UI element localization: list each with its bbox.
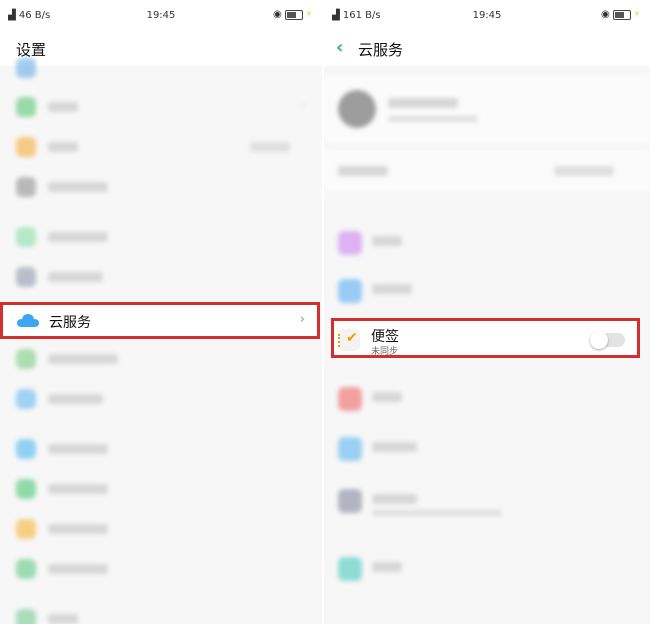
- item-icon: [16, 267, 36, 287]
- list-item[interactable]: [0, 428, 322, 468]
- list-item[interactable]: [0, 468, 322, 508]
- item-icon: [16, 97, 36, 117]
- item-icon: [16, 519, 36, 539]
- item-label: [372, 442, 417, 452]
- item-label: [48, 354, 118, 364]
- item-icon: [16, 137, 36, 157]
- list-item[interactable]: [0, 256, 322, 296]
- notes-sync-row[interactable]: ✔ 便签 未同步: [331, 318, 640, 358]
- item-icon: [16, 439, 36, 459]
- item-value: [250, 142, 290, 152]
- item-label: [48, 484, 108, 494]
- settings-list-blurred: ›: [0, 58, 322, 624]
- item-label: [48, 524, 108, 534]
- item-label: [48, 564, 108, 574]
- storage-label: [338, 166, 388, 176]
- status-bar: ▟ 46 B/s 19:45 ◉ ⚡: [0, 0, 322, 34]
- notes-label: 便签: [371, 329, 399, 345]
- charging-icon: ⚡: [633, 9, 640, 20]
- page-header: 设置: [0, 34, 322, 66]
- account-name: [388, 98, 458, 108]
- account-detail: [388, 116, 478, 122]
- item-label: [48, 272, 103, 282]
- item-label: [372, 236, 402, 246]
- cloud-service-menu-item[interactable]: 云服务 ›: [0, 302, 320, 339]
- item-icon: [16, 609, 36, 624]
- item-icon: [16, 177, 36, 197]
- alarm-icon: ◉: [272, 9, 282, 20]
- status-bar: ▟ 161 B/s 19:45 ◉ ⚡: [324, 0, 650, 34]
- item-icon: [16, 58, 36, 78]
- list-item[interactable]: [324, 478, 650, 530]
- list-item[interactable]: [324, 546, 650, 594]
- alarm-icon: ◉: [600, 9, 610, 20]
- list-item[interactable]: [324, 426, 650, 478]
- item-icon: [16, 389, 36, 409]
- avatar: [338, 90, 376, 128]
- list-item[interactable]: [0, 58, 322, 86]
- item-icon: [338, 437, 362, 461]
- cloud-service-label: 云服务: [49, 315, 91, 331]
- battery-area: ◉ ⚡: [273, 9, 312, 20]
- item-icon: [338, 557, 362, 581]
- list-item[interactable]: [0, 166, 322, 206]
- battery-area: ◉ ⚡: [601, 9, 640, 20]
- item-label: [48, 614, 78, 624]
- chevron-right-icon: ›: [300, 98, 306, 113]
- item-sub: [372, 510, 502, 516]
- cloud-icon: [17, 314, 39, 327]
- page-header: ‹ 云服务: [324, 34, 650, 66]
- item-icon: [338, 489, 362, 513]
- toggle-knob: [590, 331, 608, 349]
- list-item[interactable]: [0, 126, 322, 166]
- battery-icon: [612, 9, 631, 20]
- item-icon: [338, 279, 362, 303]
- list-item[interactable]: [0, 548, 322, 588]
- account-card[interactable]: [324, 76, 650, 142]
- list-item[interactable]: [0, 378, 322, 418]
- cloud-service-screen: ▟ 161 B/s 19:45 ◉ ⚡ ‹ 云服务: [324, 0, 650, 624]
- item-icon: [338, 231, 362, 255]
- item-label: [48, 232, 108, 242]
- item-icon: [16, 227, 36, 247]
- item-icon: [16, 479, 36, 499]
- sync-toggle[interactable]: [590, 331, 625, 349]
- note-icon: ✔: [338, 329, 360, 351]
- list-item[interactable]: [0, 598, 322, 624]
- item-icon: [16, 349, 36, 369]
- back-arrow-icon[interactable]: ‹: [336, 37, 343, 58]
- sync-status: 未同步: [371, 347, 399, 357]
- item-label: [372, 494, 417, 504]
- list-item[interactable]: [324, 268, 650, 320]
- item-label: [372, 562, 402, 572]
- item-label: [48, 182, 108, 192]
- list-item[interactable]: ›: [0, 86, 322, 126]
- list-item[interactable]: [0, 508, 322, 548]
- battery-icon: [284, 9, 303, 20]
- list-item[interactable]: [0, 216, 322, 256]
- storage-value: [554, 166, 614, 176]
- item-icon: [338, 387, 362, 411]
- item-icon: [16, 559, 36, 579]
- list-item[interactable]: [324, 376, 650, 426]
- page-title: 云服务: [358, 41, 404, 59]
- storage-row[interactable]: [324, 150, 650, 190]
- item-label: [48, 444, 108, 454]
- item-label: [372, 392, 402, 402]
- item-label: [48, 102, 78, 112]
- item-label: [48, 142, 78, 152]
- page-title: 设置: [16, 41, 47, 59]
- charging-icon: ⚡: [305, 9, 312, 20]
- list-item[interactable]: [0, 338, 322, 378]
- item-label: [372, 284, 412, 294]
- check-icon: ✔: [346, 330, 358, 346]
- list-item[interactable]: [324, 220, 650, 268]
- item-label: [48, 394, 103, 404]
- chevron-right-icon: ›: [299, 312, 305, 327]
